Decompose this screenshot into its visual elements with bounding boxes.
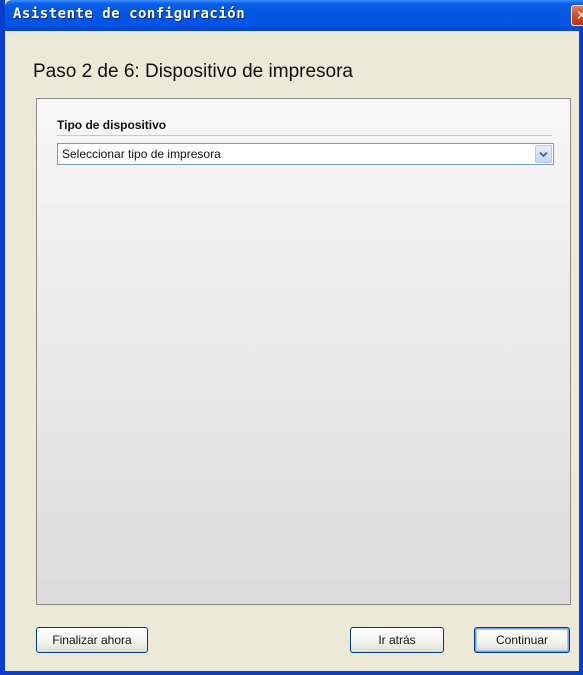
dropdown-arrow-button[interactable]	[535, 145, 552, 163]
printer-type-value: Seleccionar tipo de impresora	[62, 147, 221, 161]
window-title: Asistente de configuración	[13, 6, 246, 22]
continue-button[interactable]: Continuar	[474, 627, 570, 653]
close-button[interactable]: ✕	[571, 5, 583, 26]
title-bar[interactable]: Asistente de configuración ✕	[5, 0, 583, 31]
device-type-label: Tipo de dispositivo	[57, 118, 167, 132]
page-title: Paso 2 de 6: Dispositivo de impresora	[33, 61, 353, 82]
back-button[interactable]: Ir atrás	[350, 627, 444, 653]
setup-wizard-window: Asistente de configuración ✕ Paso 2 de 6…	[0, 0, 583, 675]
section-divider	[57, 135, 552, 136]
chevron-down-icon	[539, 151, 548, 158]
finish-now-button[interactable]: Finalizar ahora	[36, 627, 148, 653]
content-panel: Tipo de dispositivo Seleccionar tipo de …	[36, 98, 571, 605]
wizard-body: Paso 2 de 6: Dispositivo de impresora Ti…	[5, 31, 579, 671]
close-icon: ✕	[575, 7, 583, 23]
printer-type-select[interactable]: Seleccionar tipo de impresora	[57, 143, 554, 165]
